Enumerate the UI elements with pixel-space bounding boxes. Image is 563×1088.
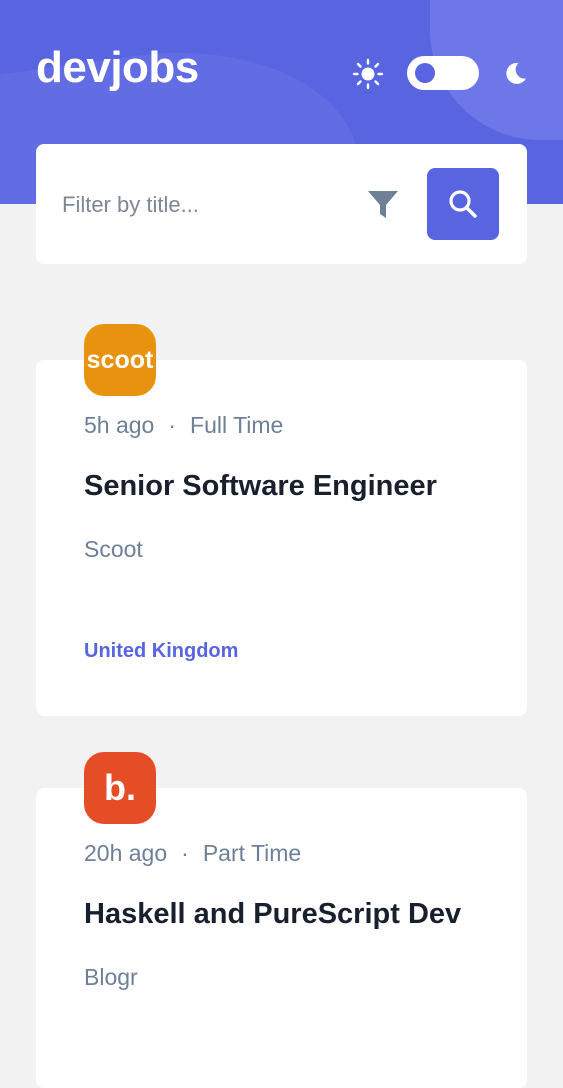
title-filter-input[interactable] xyxy=(60,184,344,226)
search-bar xyxy=(36,144,527,264)
contract-type: Part Time xyxy=(202,840,302,866)
posted-time: 5h ago xyxy=(84,412,155,438)
theme-toggle xyxy=(352,56,532,90)
job-title[interactable]: Haskell and PureScript Dev xyxy=(84,898,461,931)
app-logo[interactable]: devjobs xyxy=(36,42,199,94)
company-logo: scoot xyxy=(84,324,156,396)
contract-type: Full Time xyxy=(190,412,284,438)
separator-dot: · xyxy=(181,840,189,866)
job-location: United Kingdom xyxy=(84,640,239,662)
job-title[interactable]: Senior Software Engineer xyxy=(84,470,437,503)
separator-dot: · xyxy=(168,412,177,438)
moon-icon xyxy=(506,62,526,84)
job-meta: 20h ago · Part Time xyxy=(84,840,301,867)
company-logo-text: scoot xyxy=(86,345,154,374)
company-name: Scoot xyxy=(84,536,143,562)
filter-icon[interactable] xyxy=(366,188,400,222)
company-logo: b. xyxy=(84,752,156,824)
posted-time: 20h ago xyxy=(84,840,168,866)
dark-mode-switch[interactable] xyxy=(407,56,479,90)
sun-icon xyxy=(352,58,384,90)
company-logo-text: b. xyxy=(104,767,136,808)
company-name: Blogr xyxy=(84,964,138,990)
job-card[interactable]: scoot 5h ago · Full Time Senior Software E… xyxy=(36,324,527,716)
job-card[interactable]: b. 20h ago · Part Time Haskell and PureScr… xyxy=(36,752,527,1088)
job-meta: 5h ago · Full Time xyxy=(84,412,283,439)
search-button[interactable] xyxy=(427,168,499,240)
search-icon xyxy=(449,190,477,218)
switch-knob xyxy=(415,63,435,83)
